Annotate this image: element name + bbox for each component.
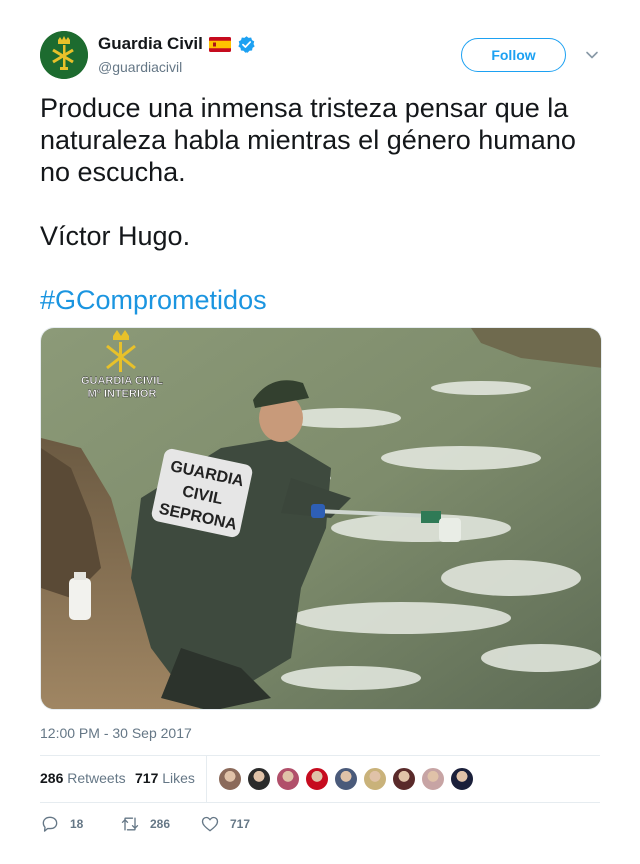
liker-avatar-4[interactable]	[305, 767, 329, 791]
retweets-count: 286	[40, 770, 64, 786]
retweet-icon	[121, 817, 139, 831]
reply-button[interactable]: 18	[40, 812, 83, 836]
stats-separator	[206, 756, 207, 802]
like-count: 717	[230, 817, 251, 831]
retweet-count: 286	[150, 817, 171, 831]
name-row: Guardia Civil	[98, 34, 256, 54]
liker-avatar-3[interactable]	[276, 767, 300, 791]
tweet-actions: 18 286 717	[40, 812, 600, 836]
retweet-button[interactable]: 286	[120, 812, 170, 836]
hashtag-link[interactable]: #GComprometidos	[40, 285, 267, 315]
heart-icon	[201, 816, 219, 832]
guardia-civil-emblem-icon[interactable]	[40, 31, 88, 79]
display-name[interactable]: Guardia Civil	[98, 34, 203, 54]
liker-avatar-7[interactable]	[392, 767, 416, 791]
liker-avatar-1[interactable]	[218, 767, 242, 791]
tweet-line: Víctor Hugo.	[40, 221, 191, 251]
verified-badge-icon	[238, 35, 255, 53]
divider	[40, 802, 600, 803]
tweet-line: no escucha.	[40, 157, 186, 187]
tweet-line: Produce una inmensa tristeza pensar que …	[40, 93, 569, 123]
liker-avatar-6[interactable]	[363, 767, 387, 791]
spain-flag-icon	[208, 36, 231, 52]
likes-count: 717	[135, 770, 159, 786]
retweets-stat[interactable]: 286 Retweets	[40, 770, 126, 786]
account-handle[interactable]: @guardiacivil	[98, 59, 182, 75]
watermark-text: Mº INTERIOR	[88, 388, 157, 400]
likes-label: Likes	[162, 770, 195, 786]
tweet-header: Guardia Civil @guardiacivil Follow	[40, 31, 600, 79]
tweet-timestamp[interactable]: 12:00 PM - 30 Sep 2017	[40, 725, 192, 741]
reply-icon	[42, 816, 58, 832]
like-button[interactable]: 717	[200, 812, 250, 836]
liker-avatar-8[interactable]	[421, 767, 445, 791]
likes-stat[interactable]: 717 Likes	[135, 770, 195, 786]
watermark-text: GUARDIA CIVIL	[81, 375, 163, 387]
retweets-label: Retweets	[67, 770, 126, 786]
tweet-line: naturaleza habla mientras el género huma…	[40, 125, 576, 155]
follow-button[interactable]: Follow	[461, 38, 566, 72]
tweet-stats: 286 Retweets 717 Likes	[40, 756, 600, 802]
liker-avatar-5[interactable]	[334, 767, 358, 791]
liker-avatar-9[interactable]	[450, 767, 474, 791]
liker-avatar-2[interactable]	[247, 767, 271, 791]
reply-count: 18	[70, 817, 84, 831]
tweet-text: Produce una inmensa tristeza pensar que …	[40, 92, 600, 316]
tweet-photo[interactable]: GUARDIA CIVIL SEPRONA GUARDIA CIVIL Mº I…	[40, 327, 602, 710]
chevron-down-icon[interactable]	[584, 47, 600, 63]
